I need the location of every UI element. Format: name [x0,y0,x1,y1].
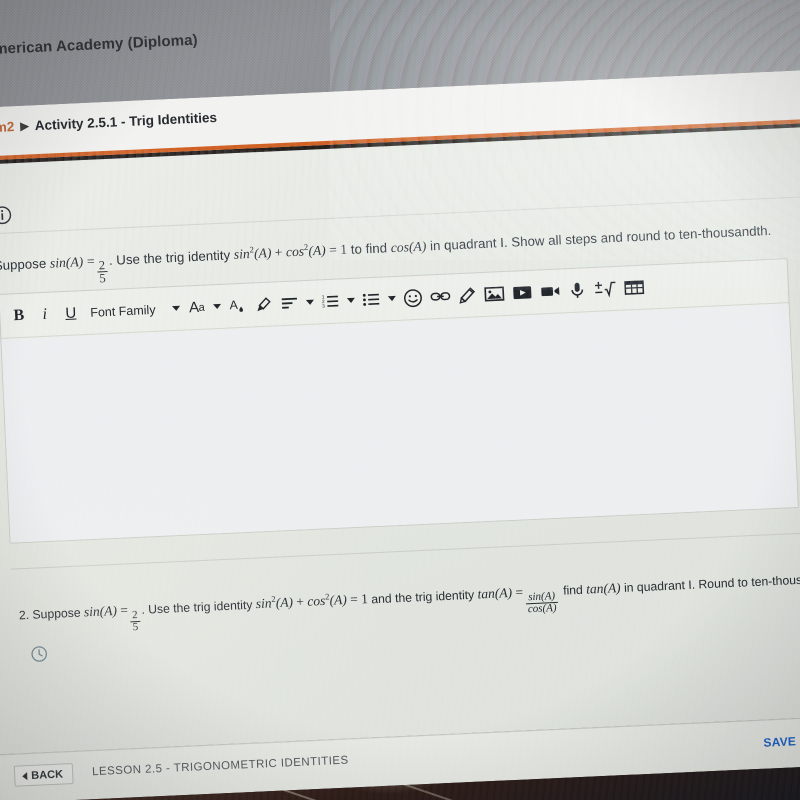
school-title: American Academy (Diploma) [0,31,199,59]
pencil-icon[interactable] [454,281,480,310]
q2-equals: = [119,601,129,618]
q1-identity-sin: sin [233,246,251,262]
q2-tail-a: find [562,582,584,598]
question-2-text: 2. Suppose sin(A) = 2 5 . Use the trig i… [18,565,800,635]
editor-content-area[interactable] [1,304,798,543]
highlighter-icon[interactable] [250,290,276,319]
underline-button[interactable]: U [58,299,84,328]
section-divider [10,532,800,570]
q1-fraction: 2 5 [97,257,109,286]
font-size-button[interactable]: Aa [184,293,210,322]
q2-lead: Suppose [32,605,81,622]
font-family-select[interactable]: Font Family [84,295,169,327]
back-button[interactable]: BACK [13,763,74,787]
lesson-title-label: LESSON 2.5 - TRIGONOMETRIC IDENTITIES [91,754,349,779]
q1-identity-plus: + [274,244,283,260]
microphone-icon[interactable] [564,276,590,305]
align-chevron-down-icon[interactable] [305,299,315,306]
bullet-list-chevron-down-icon[interactable] [387,295,397,302]
font-size-chevron-down-icon[interactable] [213,303,222,310]
q2-tan-a: tan(A) [477,584,513,602]
q2-mid2: and the trig identity [370,587,475,606]
q1-tail-b: in quadrant I. Show all steps and round … [429,222,772,253]
q1-cos-a: cos(A) [390,238,427,255]
italic-button[interactable]: i [32,300,58,329]
back-button-label: BACK [30,768,64,782]
q2-identity-sin: sin [255,595,272,612]
q1-lead: Suppose [0,255,47,273]
q2-identity: sin2(A) + cos2(A) = 1 [255,590,368,613]
q2-tan-a-2: tan(A) [585,579,621,597]
link-icon[interactable] [426,282,454,311]
q2-identity-cos: cos [306,592,326,609]
svg-text:3: 3 [322,304,325,310]
q1-identity-arg1: (A) [253,245,272,261]
q2-mid: Use the trig identity [147,597,253,616]
q1-identity: sin2(A) + cos2(A) = 1 [233,240,348,263]
photo-of-screen: American Academy (Diploma) ebra II Sem2 … [0,0,800,800]
q2-fraction-numerator: 2 [131,608,138,621]
numbered-list-chevron-down-icon[interactable] [346,297,356,304]
rich-text-editor-1[interactable]: B i U Font Family Aa A 1 2 3 [0,258,799,544]
q2-tan-fraction: sin(A) cos(A) [525,590,559,616]
save-and-exit-button[interactable]: SAVE & E [763,733,800,750]
q2-fraction: 2 5 [130,608,141,634]
q2-number: 2. [18,607,30,622]
q1-fraction-numerator: 2 [98,257,106,272]
q1-fraction-denominator: 5 [97,271,109,286]
back-arrow-icon [22,771,28,780]
image-icon[interactable] [480,279,508,308]
font-family-chevron-down-icon[interactable] [172,305,181,312]
q2-identity-equals: = [349,591,359,607]
breadcrumb-current: Activity 2.5.1 - Trig Identities [34,109,218,134]
q1-identity-arg2: (A) [308,242,327,259]
plus-minus-sqrt-icon[interactable] [590,274,620,303]
q1-sin-a: sin(A) [49,253,84,271]
text-color-icon[interactable]: A [224,291,250,320]
activity-panel: 1. Suppose sin(A) = 2 5 . Use the trig i… [0,125,800,755]
clock-icon[interactable] [30,645,48,663]
breadcrumb: ebra II Sem2 ▶ Activity 2.5.1 - Trig Ide… [0,110,217,138]
q1-identity-equals: = [328,242,338,258]
q1-identity-cos: cos [285,243,305,260]
align-icon[interactable] [276,289,302,318]
q2-identity-arg2: (A) [329,591,348,608]
q2-tan-equals: = [515,583,524,600]
bold-button[interactable]: B [6,301,32,330]
q1-equals: = [86,253,95,269]
breadcrumb-course-link[interactable]: ebra II Sem2 [0,119,15,138]
q2-identity-arg1: (A) [275,594,294,611]
q1-mid: Use the trig identity [115,246,231,268]
q1-tail-a: to find [350,239,388,257]
video-play-icon[interactable] [508,278,536,307]
q2-identity-plus: + [296,593,305,610]
font-size-label-b: a [198,301,205,314]
emoji-icon[interactable] [399,283,426,312]
q2-tail-b: in quadrant I. Round to ten-thousan [623,571,800,595]
video-camera-icon[interactable] [536,277,564,306]
info-icon[interactable] [0,205,12,225]
svg-text:A: A [229,298,239,312]
table-icon[interactable] [620,273,648,302]
chevron-right-icon: ▶ [20,120,30,133]
bullet-list-icon[interactable] [358,285,384,314]
numbered-list-icon[interactable]: 1 2 3 [317,287,343,316]
screen-content: American Academy (Diploma) ebra II Sem2 … [0,0,800,800]
q2-fraction-denominator: 5 [130,620,141,634]
q2-sin-a: sin(A) [83,602,118,619]
q2-tan-denominator: cos(A) [525,601,559,616]
